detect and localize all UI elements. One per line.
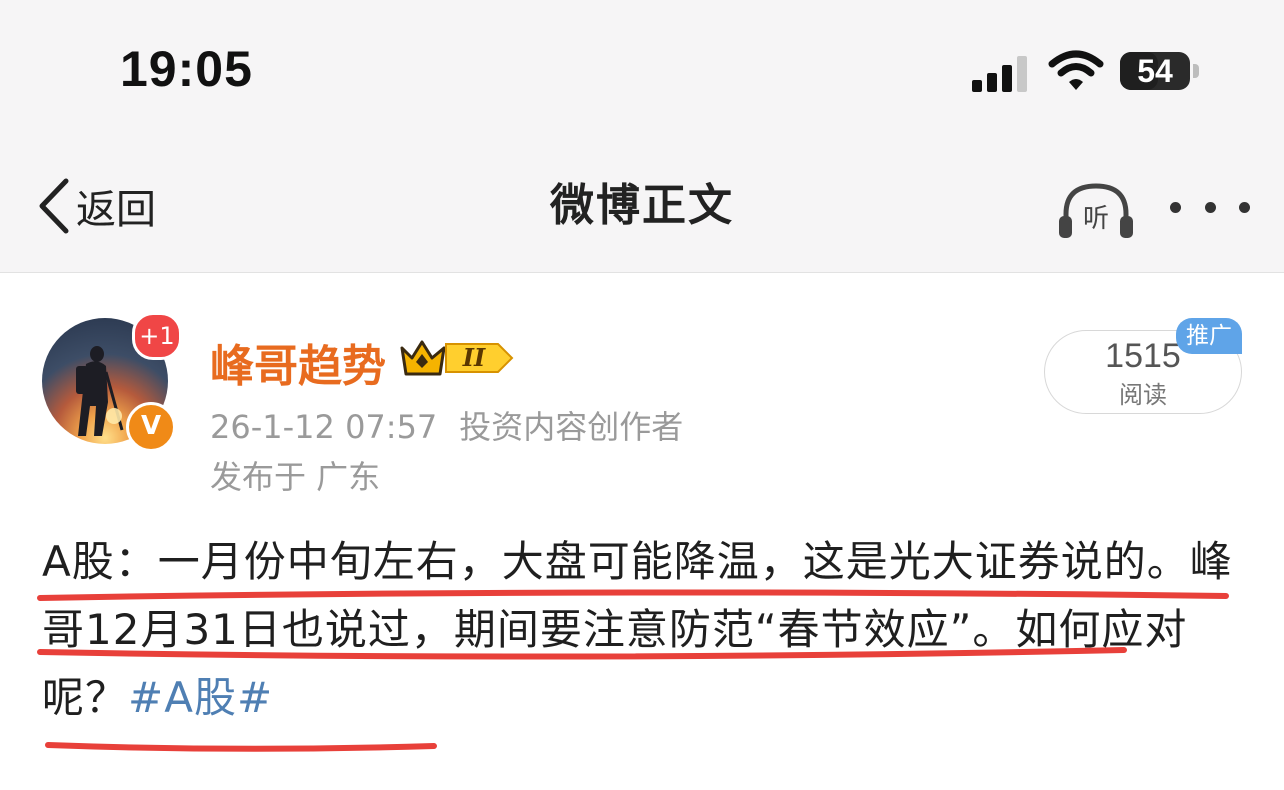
status-time: 19:05 [120, 41, 253, 97]
post-timestamp: 26-1-12 07:57 [210, 408, 438, 446]
more-options-button[interactable] [1170, 192, 1250, 222]
battery-cap [1193, 64, 1199, 78]
status-bar: 19:05 54 [0, 0, 1284, 140]
nav-bar: 返回 微博正文 听 [0, 140, 1284, 273]
promo-tag: 推广 [1176, 318, 1242, 354]
post-body: A股：一月份中旬左右，大盘可能降温，这是光大证券说的。峰哥12月31日也说过，期… [42, 528, 1242, 732]
read-label: 阅读 [1119, 381, 1167, 409]
battery-text: 54 [1137, 53, 1173, 89]
listen-label: 听 [1082, 204, 1109, 234]
member-level: II [462, 343, 486, 372]
battery-icon: 54 [1120, 52, 1190, 90]
more-dot-icon [1239, 201, 1250, 213]
post-meta: 26-1-12 07:57 投资内容创作者 [210, 402, 683, 448]
more-dot-icon [1170, 201, 1181, 213]
author-role: 投资内容创作者 [459, 408, 684, 446]
wifi-icon [1048, 50, 1104, 90]
verified-badge: V [126, 402, 176, 452]
author-name[interactable]: 峰哥趋势 [210, 330, 386, 394]
post-location: 发布于 广东 [210, 458, 381, 496]
more-dot-icon [1204, 201, 1216, 213]
cellular-signal-icon [972, 56, 1027, 92]
listen-button[interactable]: 听 [1056, 178, 1136, 242]
unread-badge: +1 [132, 312, 182, 360]
topic-link[interactable]: #A股# [128, 673, 273, 722]
